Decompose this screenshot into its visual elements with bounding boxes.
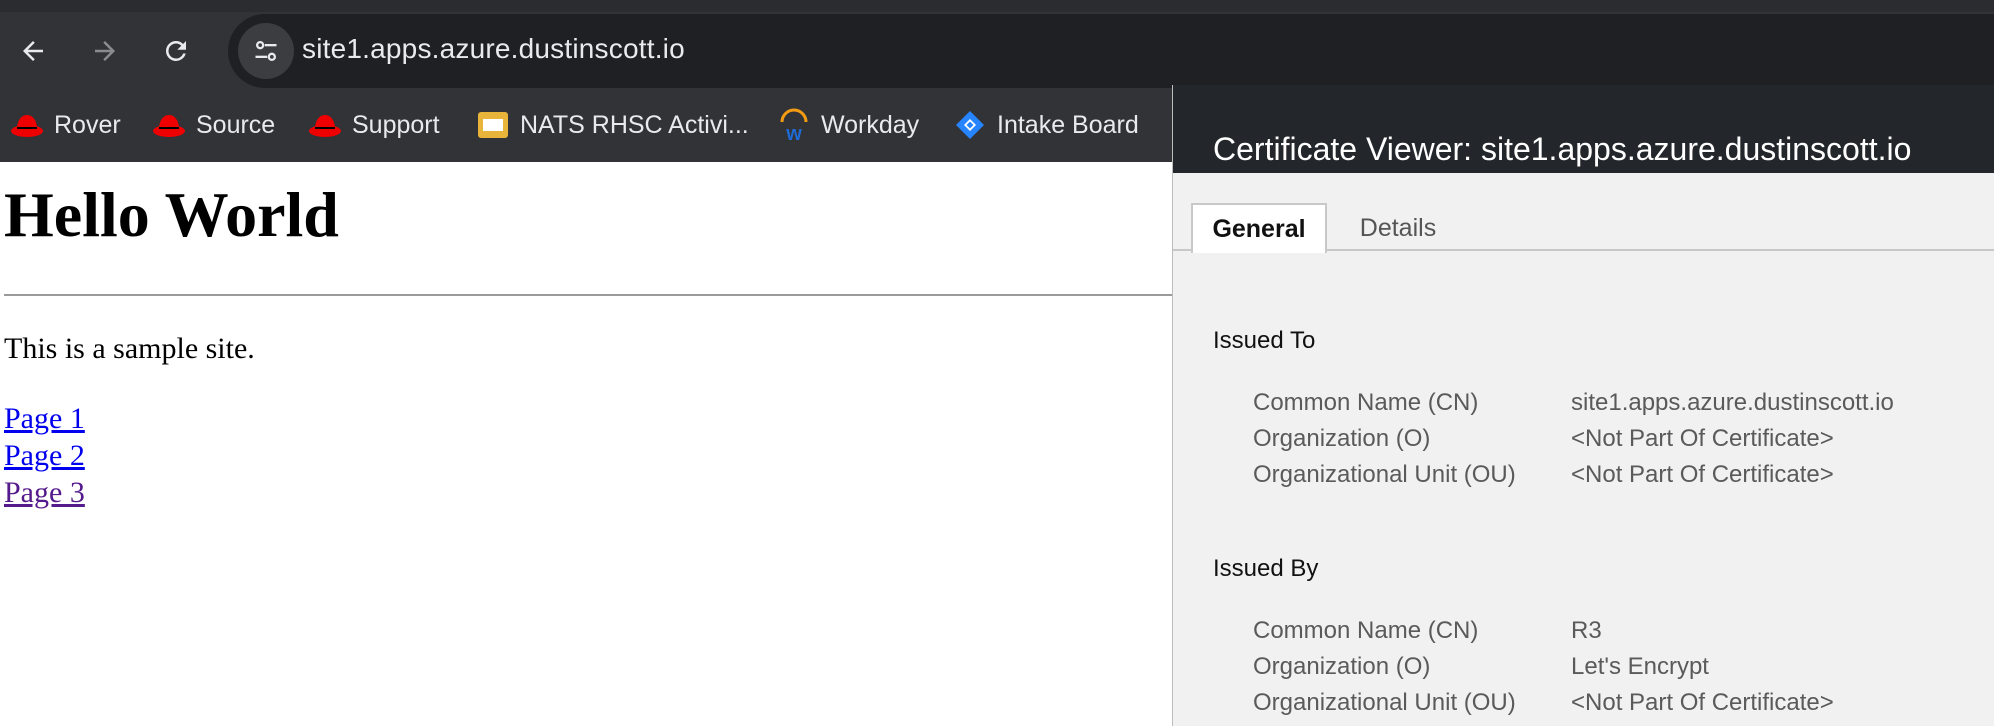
forward-arrow-icon bbox=[95, 41, 115, 61]
link-page-1[interactable]: Page 1 bbox=[4, 400, 85, 437]
bookmark-support[interactable]: Support bbox=[308, 102, 440, 148]
page-heading: Hello World bbox=[4, 179, 339, 250]
field-value: site1.apps.azure.dustinscott.io bbox=[1571, 389, 1894, 416]
svg-text:w: w bbox=[785, 123, 802, 142]
certificate-viewer-dialog: Certificate Viewer: site1.apps.azure.dus… bbox=[1172, 85, 1994, 726]
url-text[interactable]: site1.apps.azure.dustinscott.io bbox=[302, 33, 685, 65]
field-value: R3 bbox=[1571, 617, 1602, 644]
field-key: Organization (O) bbox=[1253, 425, 1431, 452]
page-links: Page 1 Page 2 Page 3 bbox=[4, 400, 85, 511]
bookmark-workday[interactable]: w Workday bbox=[777, 102, 919, 148]
reload-button[interactable] bbox=[149, 24, 203, 78]
web-page: Hello World This is a sample site. Page … bbox=[0, 162, 1172, 726]
bookmark-nats-rhsc[interactable]: NATS RHSC Activi... bbox=[476, 102, 749, 148]
field-value: Let's Encrypt bbox=[1571, 653, 1709, 680]
link-page-2[interactable]: Page 2 bbox=[4, 437, 85, 474]
redhat-icon bbox=[308, 108, 342, 142]
bookmark-label: Intake Board bbox=[997, 110, 1139, 139]
issued-to-title: Issued To bbox=[1213, 327, 1316, 354]
page-paragraph: This is a sample site. bbox=[4, 332, 255, 365]
back-button[interactable] bbox=[6, 24, 60, 78]
address-bar[interactable]: site1.apps.azure.dustinscott.io bbox=[228, 14, 1994, 88]
redhat-icon bbox=[152, 108, 186, 142]
back-arrow-icon bbox=[23, 41, 43, 61]
workday-icon: w bbox=[777, 108, 811, 142]
issued-by-title: Issued By bbox=[1213, 555, 1319, 582]
site-info-button[interactable] bbox=[238, 23, 294, 79]
tab-details[interactable]: Details bbox=[1343, 203, 1453, 253]
field-value: <Not Part Of Certificate> bbox=[1571, 689, 1834, 716]
field-key: Common Name (CN) bbox=[1253, 617, 1479, 644]
redhat-icon bbox=[10, 108, 44, 142]
field-key: Organizational Unit (OU) bbox=[1253, 689, 1516, 716]
bookmark-source[interactable]: Source bbox=[152, 102, 275, 148]
dialog-title: Certificate Viewer: site1.apps.azure.dus… bbox=[1213, 131, 1912, 167]
field-key: Organization (O) bbox=[1253, 653, 1431, 680]
window-top-strip bbox=[0, 0, 1994, 12]
bookmark-label: Source bbox=[196, 110, 276, 139]
bookmark-intake-board[interactable]: Intake Board bbox=[953, 102, 1139, 148]
jira-icon bbox=[953, 108, 987, 142]
field-value: <Not Part Of Certificate> bbox=[1571, 425, 1834, 452]
dialog-header: Certificate Viewer: site1.apps.azure.dus… bbox=[1173, 85, 1994, 173]
bookmark-label: Workday bbox=[821, 110, 920, 139]
field-key: Organizational Unit (OU) bbox=[1253, 461, 1516, 488]
general-panel: Issued To Common Name (CN) site1.apps.az… bbox=[1173, 253, 1994, 726]
field-key: Common Name (CN) bbox=[1253, 389, 1479, 416]
folder-icon bbox=[476, 108, 510, 142]
forward-button[interactable] bbox=[78, 24, 132, 78]
bookmark-label: Support bbox=[352, 110, 440, 139]
browser-toolbar: site1.apps.azure.dustinscott.io bbox=[0, 12, 1994, 90]
field-value: <Not Part Of Certificate> bbox=[1571, 461, 1834, 488]
bookmark-rover[interactable]: Rover bbox=[10, 102, 121, 148]
reload-icon bbox=[166, 41, 186, 61]
link-page-3[interactable]: Page 3 bbox=[4, 474, 85, 511]
horizontal-rule bbox=[4, 294, 1172, 296]
bookmark-label: NATS RHSC Activi... bbox=[520, 110, 749, 139]
tune-icon bbox=[255, 40, 277, 62]
bookmark-label: Rover bbox=[54, 110, 121, 139]
tab-general[interactable]: General bbox=[1191, 203, 1327, 253]
